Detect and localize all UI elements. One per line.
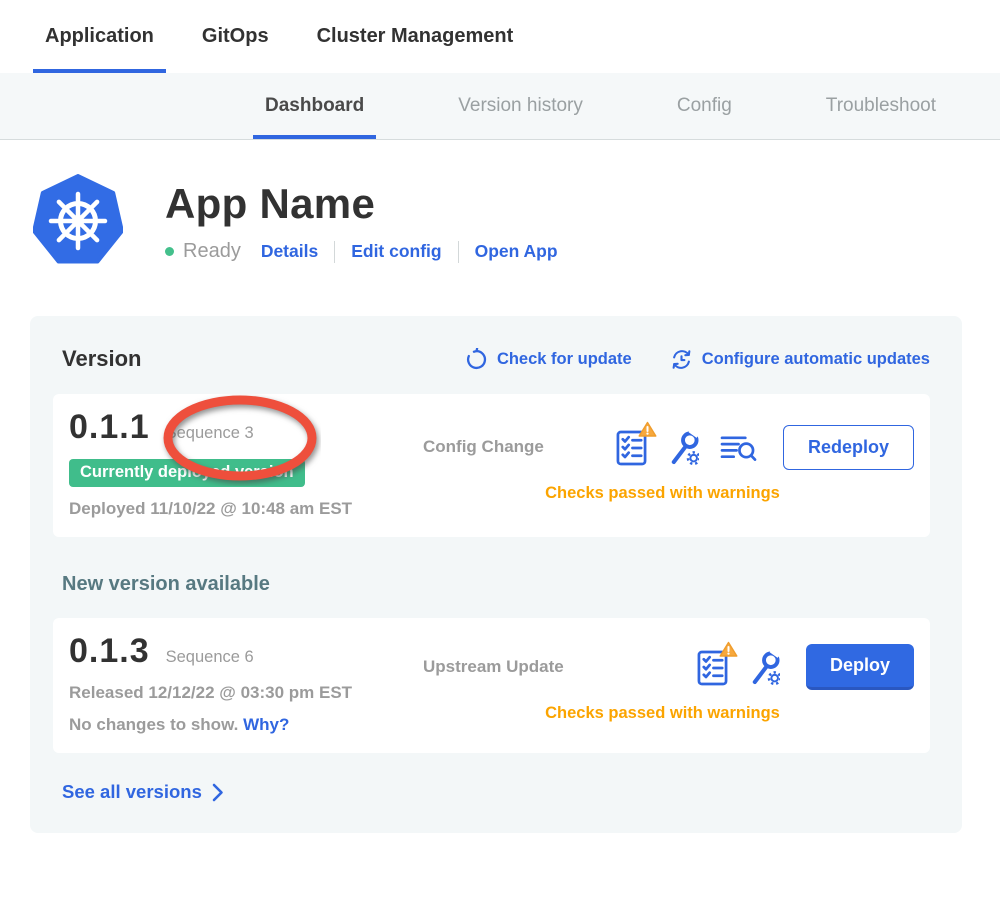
view-diff-icon[interactable] bbox=[720, 432, 757, 463]
divider bbox=[334, 241, 335, 263]
tab-config[interactable]: Config bbox=[665, 73, 744, 139]
available-version-number: 0.1.3 bbox=[69, 632, 150, 671]
new-version-banner: New version available bbox=[62, 573, 930, 596]
kubernetes-logo bbox=[33, 174, 123, 268]
preflight-checks-icon[interactable] bbox=[697, 649, 728, 686]
nav-tab-gitops[interactable]: GitOps bbox=[190, 0, 281, 73]
see-all-versions-label: See all versions bbox=[62, 781, 202, 803]
configure-automatic-updates-label: Configure automatic updates bbox=[702, 350, 930, 369]
tab-dashboard[interactable]: Dashboard bbox=[253, 73, 376, 139]
edit-config-wrench-icon[interactable] bbox=[749, 649, 780, 686]
nav-tab-application[interactable]: Application bbox=[33, 0, 166, 73]
preflight-checks-icon[interactable] bbox=[616, 429, 647, 466]
tab-troubleshoot[interactable]: Troubleshoot bbox=[814, 73, 948, 139]
no-changes-text: No changes to show. bbox=[69, 715, 238, 734]
version-title: Version bbox=[62, 346, 141, 372]
scheduled-update-icon bbox=[670, 348, 693, 371]
deployed-source-label: Config Change bbox=[423, 437, 544, 457]
version-actions: Check for update Configure automatic upd… bbox=[465, 348, 930, 371]
nav-tab-cluster-management[interactable]: Cluster Management bbox=[305, 0, 526, 73]
version-card: Version Check for update bbox=[30, 316, 962, 833]
available-version-status: Upstream Update bbox=[411, 632, 914, 735]
available-version-sequence: Sequence 6 bbox=[166, 648, 254, 667]
available-version-icons bbox=[697, 649, 780, 686]
deployed-version-number: 0.1.1 bbox=[69, 408, 150, 447]
deployed-checks-status: Checks passed with warnings bbox=[411, 484, 914, 503]
refresh-icon bbox=[465, 348, 488, 371]
version-card-header: Version Check for update bbox=[53, 346, 930, 372]
divider bbox=[458, 241, 459, 263]
app-status: Ready bbox=[183, 240, 241, 263]
status-dot-icon bbox=[165, 247, 174, 256]
app-header-text: App Name Ready Details Edit config Open … bbox=[165, 172, 558, 268]
app-header: App Name Ready Details Edit config Open … bbox=[33, 172, 1000, 268]
deployed-version-icons bbox=[616, 429, 757, 466]
edit-config-wrench-icon[interactable] bbox=[668, 429, 699, 466]
available-checks-status: Checks passed with warnings bbox=[411, 704, 914, 723]
deploy-button[interactable]: Deploy bbox=[806, 644, 914, 690]
check-for-update-link[interactable]: Check for update bbox=[465, 348, 632, 371]
why-link[interactable]: Why? bbox=[243, 715, 289, 734]
deployed-version-sequence: Sequence 3 bbox=[166, 424, 254, 443]
edit-config-link[interactable]: Edit config bbox=[351, 241, 441, 262]
app-status-row: Ready Details Edit config Open App bbox=[165, 240, 558, 263]
tab-version-history[interactable]: Version history bbox=[446, 73, 595, 139]
available-version-info: 0.1.3 Sequence 6 Released 12/12/22 @ 03:… bbox=[69, 632, 411, 735]
redeploy-button[interactable]: Redeploy bbox=[783, 425, 914, 470]
details-link[interactable]: Details bbox=[261, 241, 318, 262]
currently-deployed-badge: Currently deployed version bbox=[69, 459, 305, 487]
deployed-version-row: 0.1.1 Sequence 3 Currently deployed vers… bbox=[53, 394, 930, 537]
app-subnav: Dashboard Version history Config Trouble… bbox=[0, 73, 1000, 140]
available-source-label: Upstream Update bbox=[423, 657, 564, 677]
available-timestamp: Released 12/12/22 @ 03:30 pm EST bbox=[69, 683, 411, 703]
app-title: App Name bbox=[165, 180, 558, 228]
chevron-right-icon bbox=[212, 783, 224, 802]
configure-automatic-updates-link[interactable]: Configure automatic updates bbox=[670, 348, 930, 371]
deployed-timestamp: Deployed 11/10/22 @ 10:48 am EST bbox=[69, 499, 411, 519]
deployed-version-info: 0.1.1 Sequence 3 Currently deployed vers… bbox=[69, 408, 411, 519]
deployed-version-status: Config Change bbox=[411, 408, 914, 519]
primary-nav: Application GitOps Cluster Management bbox=[0, 0, 1000, 73]
open-app-link[interactable]: Open App bbox=[475, 241, 558, 262]
see-all-versions-link[interactable]: See all versions bbox=[62, 781, 224, 803]
warning-icon bbox=[719, 641, 738, 663]
available-version-row: 0.1.3 Sequence 6 Released 12/12/22 @ 03:… bbox=[53, 618, 930, 753]
check-for-update-label: Check for update bbox=[497, 350, 632, 369]
no-changes-note: No changes to show. Why? bbox=[69, 715, 411, 735]
warning-icon bbox=[638, 421, 657, 443]
